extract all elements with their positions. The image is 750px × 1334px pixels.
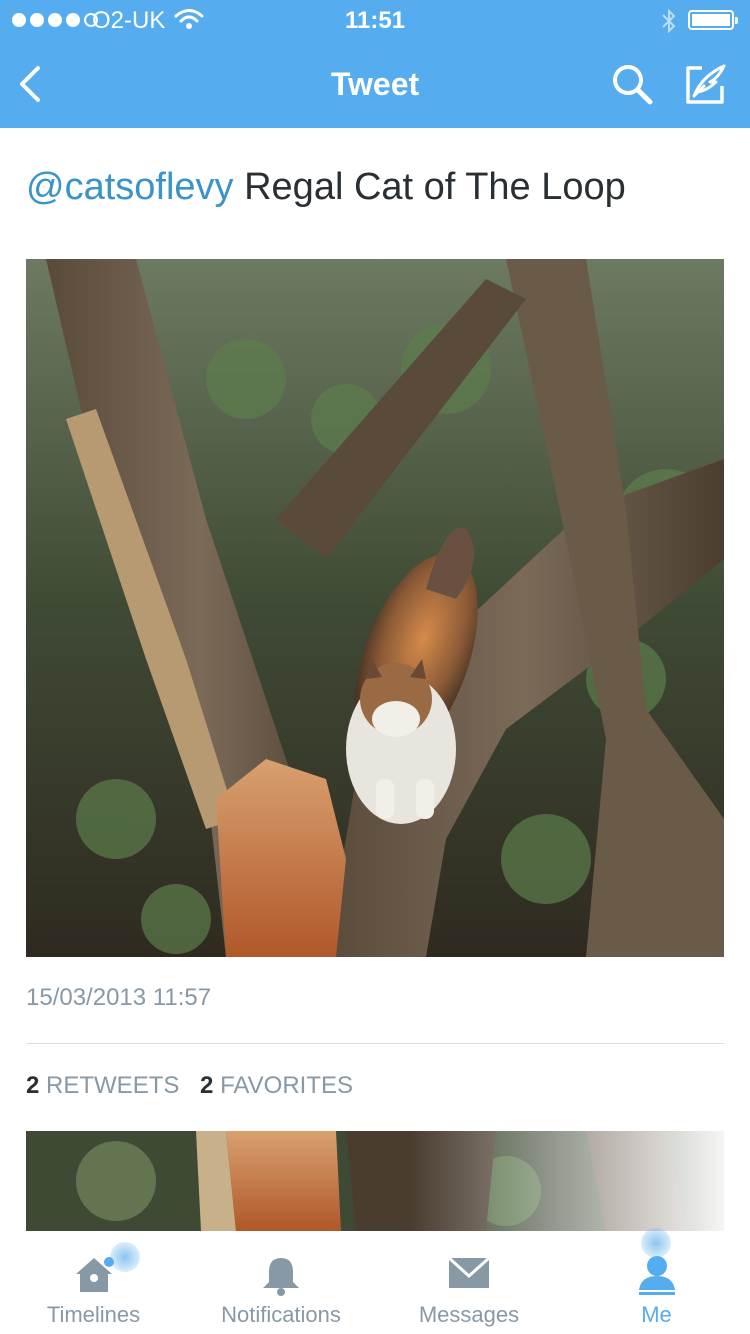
compose-icon xyxy=(686,64,726,104)
tweet-text: @catsoflevy Regal Cat of The Loop xyxy=(26,164,726,210)
battery-icon xyxy=(688,10,738,30)
retweets-stat[interactable]: 2 RETWEETS xyxy=(26,1072,179,1099)
tab-bar: Timelines Notifications Messages Me xyxy=(0,1228,750,1334)
retweets-label: RETWEETS xyxy=(46,1072,180,1099)
search-icon xyxy=(613,65,653,105)
favorites-count: 2 xyxy=(200,1072,214,1099)
tab-timelines[interactable]: Timelines xyxy=(0,1232,187,1334)
envelope-icon xyxy=(447,1254,491,1296)
cat-in-tree-photo xyxy=(26,259,724,957)
tweet-photo[interactable] xyxy=(26,259,724,957)
status-bar: O2-UK 11:51 xyxy=(0,0,750,40)
tab-label: Me xyxy=(641,1302,672,1327)
divider xyxy=(26,1043,724,1044)
tab-label: Notifications xyxy=(221,1302,341,1327)
home-icon xyxy=(72,1254,116,1300)
tab-notifications[interactable]: Notifications xyxy=(187,1232,375,1334)
tweet-stats: 2 RETWEETS 2 FAVORITES xyxy=(26,1072,367,1100)
status-time: 11:51 xyxy=(344,7,406,34)
bell-icon xyxy=(261,1254,301,1302)
tab-label: Timelines xyxy=(46,1302,141,1327)
tweet-mention-link[interactable]: @catsoflevy xyxy=(26,166,234,208)
tweet-timestamp: 15/03/2013 11:57 xyxy=(26,984,212,1011)
compose-button[interactable] xyxy=(682,60,730,108)
person-icon xyxy=(637,1254,677,1302)
search-button[interactable] xyxy=(608,60,656,108)
top-bar: O2-UK 11:51 Tweet xyxy=(0,0,750,128)
tab-label: Messages xyxy=(418,1302,520,1327)
tweet-body: Regal Cat of The Loop xyxy=(244,166,626,208)
tab-me[interactable]: Me xyxy=(563,1228,750,1334)
favorites-label: FAVORITES xyxy=(220,1072,353,1099)
tab-messages[interactable]: Messages xyxy=(375,1232,563,1334)
next-photo-thumbnail xyxy=(26,1131,724,1231)
bluetooth-icon xyxy=(660,8,678,41)
favorites-stat[interactable]: 2 FAVORITES xyxy=(200,1072,353,1099)
retweets-count: 2 xyxy=(26,1072,40,1099)
next-photo-preview[interactable] xyxy=(26,1131,724,1231)
